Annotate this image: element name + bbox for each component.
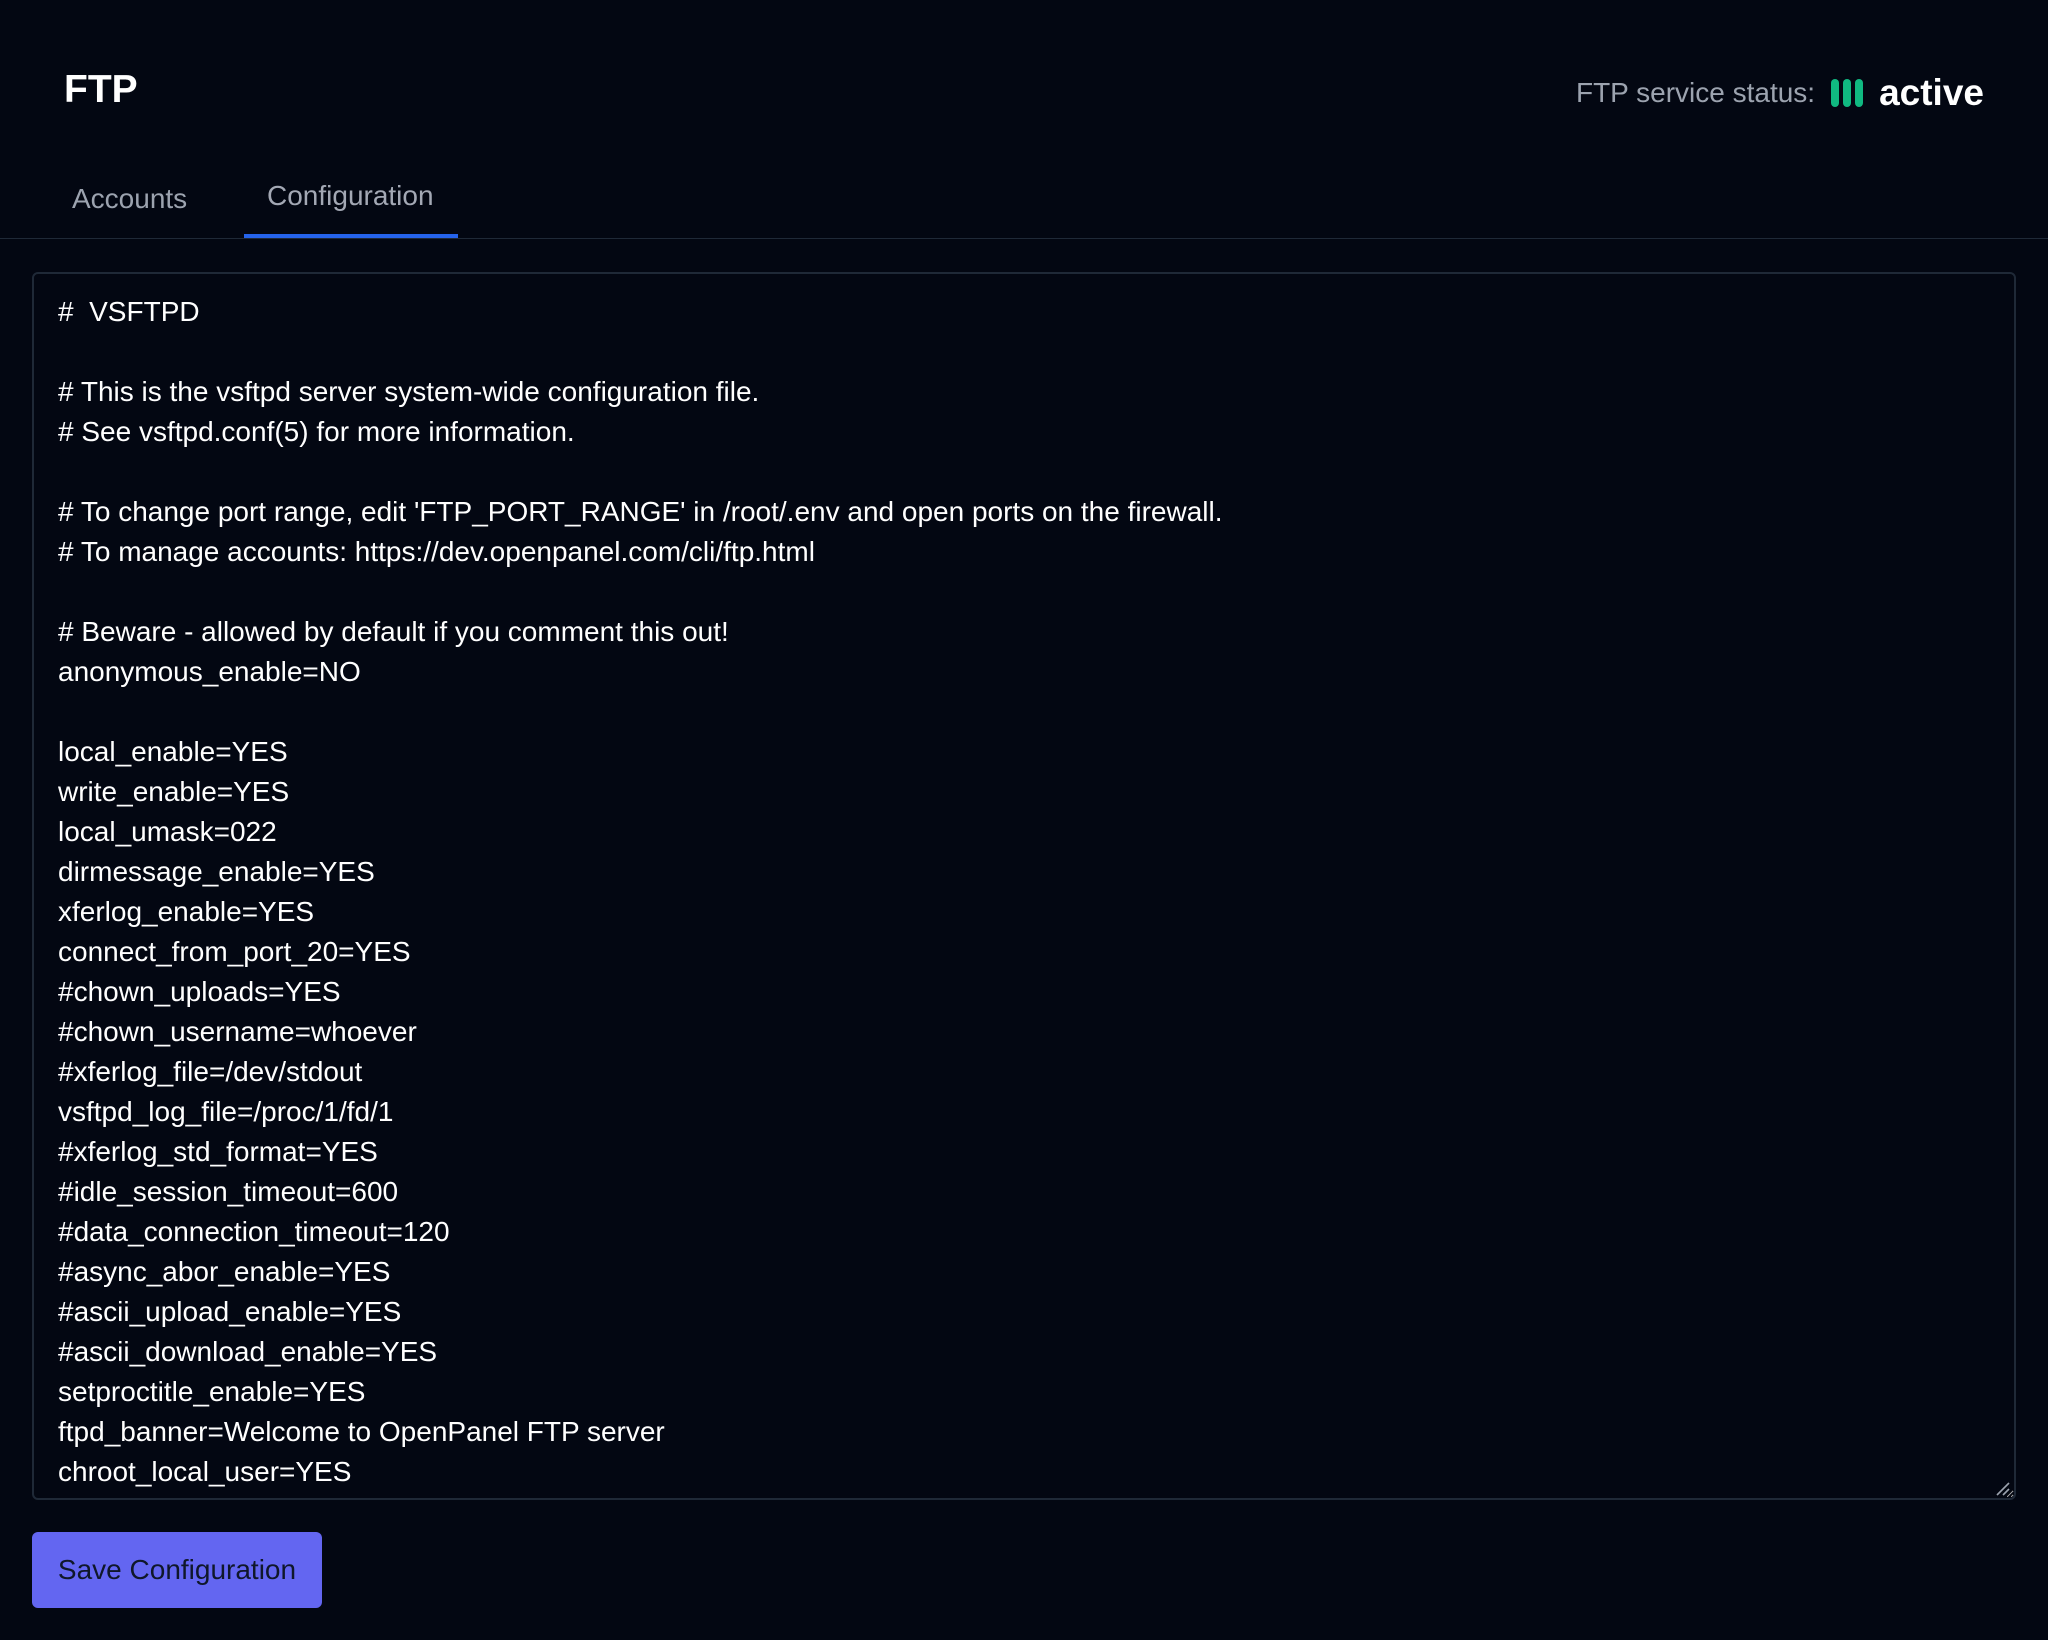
tab-accounts[interactable]: Accounts xyxy=(58,160,208,238)
ftp-page: FTP FTP service status: active Accounts … xyxy=(0,0,2048,1640)
configuration-editor[interactable] xyxy=(32,272,2016,1500)
save-configuration-button[interactable]: Save Configuration xyxy=(32,1532,322,1608)
resize-handle-icon[interactable] xyxy=(1994,1480,2010,1496)
status-value: active xyxy=(1879,72,1984,113)
page-title: FTP xyxy=(64,68,138,111)
tab-label: Configuration xyxy=(267,180,434,211)
tab-bar: Accounts Configuration xyxy=(0,160,2048,239)
tab-configuration[interactable]: Configuration xyxy=(244,160,458,238)
tab-label: Accounts xyxy=(72,183,188,214)
page-header: FTP FTP service status: active xyxy=(64,62,1984,122)
status-label: FTP service status: xyxy=(1575,77,1816,108)
status-bar xyxy=(1855,79,1864,107)
status-bar xyxy=(1843,79,1852,107)
status-bar xyxy=(1831,79,1840,107)
running-bars-icon xyxy=(1831,79,1864,107)
service-status: FTP service status: active xyxy=(1576,72,1984,114)
